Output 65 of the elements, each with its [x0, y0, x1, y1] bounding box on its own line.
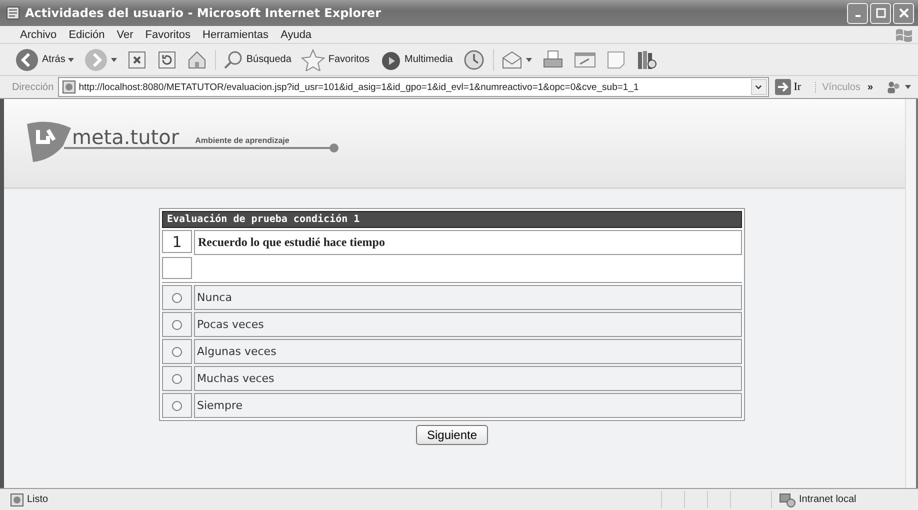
option-label[interactable]: Nunca — [194, 285, 742, 310]
address-field[interactable]: http://localhost:8080/METATUTOR/evaluacion.jsp?id_usr=101&id_asig=1&id_gpo=1&id_evl=1&numreactivo=1&opc=0&cve_sub=1_1 — [58, 77, 769, 97]
menu-item[interactable]: Archivo — [14, 28, 63, 40]
maximize-button[interactable] — [870, 2, 891, 24]
clock-icon — [462, 48, 485, 70]
arrow-right-icon — [774, 79, 791, 95]
envelope-icon — [500, 50, 523, 70]
logo-icon — [24, 120, 74, 164]
option-label[interactable]: Algunas veces — [194, 339, 742, 364]
people-icon — [886, 79, 902, 95]
radio-button[interactable] — [172, 292, 182, 302]
note-icon — [606, 50, 626, 70]
empty-cell — [162, 257, 192, 279]
caret-icon — [111, 58, 118, 62]
test-title: Evaluación de prueba condición 1 — [162, 211, 742, 228]
dropdown-button[interactable] — [750, 79, 767, 95]
option-label[interactable]: Muchas veces — [194, 366, 742, 391]
refresh-icon — [157, 50, 178, 70]
zone-text: Intranet local — [799, 494, 856, 505]
menu-item[interactable]: Herramientas — [196, 28, 275, 40]
network-icon — [778, 492, 796, 508]
address-label: Dirección — [12, 82, 54, 92]
status-text: Listo — [27, 494, 48, 505]
radio-button[interactable] — [172, 400, 182, 410]
brand-name: meta.tutor — [72, 125, 180, 149]
caret-icon — [68, 58, 74, 62]
page-icon — [6, 6, 20, 20]
books-icon — [636, 48, 658, 70]
maximize-icon — [876, 8, 886, 18]
search-button[interactable]: Búsqueda — [220, 50, 294, 70]
star-icon — [301, 48, 326, 70]
radio-button[interactable] — [172, 374, 182, 384]
search-icon — [223, 50, 244, 70]
caret-icon — [905, 85, 911, 89]
tagline: Ambiente de aprendizaje — [195, 136, 290, 144]
minimize-icon — [854, 15, 860, 17]
close-icon — [898, 8, 908, 18]
stop-icon — [127, 50, 148, 70]
question-number: 1 — [162, 230, 192, 253]
media-button[interactable]: Multimedia — [376, 48, 456, 70]
page-icon — [10, 492, 24, 506]
next-button[interactable]: Siguiente — [416, 425, 488, 445]
windows-logo-icon — [894, 26, 914, 42]
question-text: Recuerdo lo que estudié hace tiempo — [194, 230, 742, 255]
minimize-button[interactable] — [847, 2, 868, 24]
page-icon — [62, 80, 76, 94]
more-button[interactable]: » — [864, 82, 879, 92]
option-label[interactable]: Siempre — [194, 393, 742, 418]
go-button[interactable]: Ir — [772, 79, 812, 95]
menu-item[interactable]: Edición — [62, 28, 111, 40]
favorites-button[interactable]: Favoritos — [298, 48, 373, 70]
close-button[interactable] — [893, 2, 914, 24]
printer-icon — [542, 50, 564, 70]
menu-item[interactable]: Ver — [110, 28, 140, 40]
menu-item[interactable]: Ayuda — [274, 28, 318, 40]
house-icon — [187, 50, 208, 70]
radio-button[interactable] — [172, 320, 182, 330]
window-title: Actividades del usuario - Microsoft Internet Explorer — [25, 6, 382, 20]
edit-window-icon — [574, 50, 596, 68]
chevron-down-icon — [754, 82, 764, 92]
menu-item[interactable]: Favoritos — [139, 28, 197, 40]
back-button[interactable]: Atrás — [12, 48, 78, 72]
radio-button[interactable] — [172, 346, 182, 356]
caret-icon — [526, 58, 532, 62]
option-label[interactable]: Pocas veces — [194, 312, 742, 337]
